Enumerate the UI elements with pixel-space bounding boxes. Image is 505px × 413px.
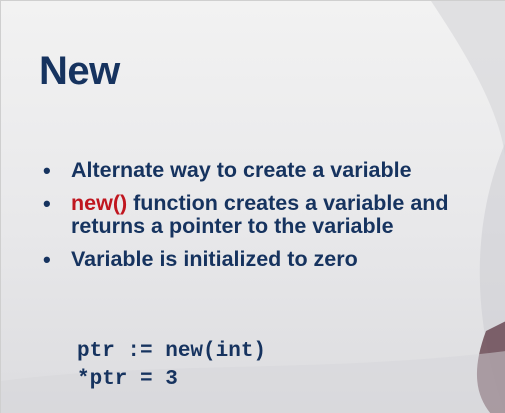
code-block: ptr := new(int) *ptr = 3 bbox=[77, 338, 266, 394]
slide: New • Alternate way to create a variable… bbox=[0, 0, 505, 413]
code-line: *ptr = 3 bbox=[77, 368, 178, 391]
background-swoosh-top-right bbox=[431, 1, 505, 157]
bullet-dot-icon: • bbox=[43, 191, 51, 216]
bullet-dot-icon: • bbox=[43, 158, 51, 183]
bullet-item: • Alternate way to create a variable bbox=[41, 158, 501, 183]
bullet-item: • new() function creates a variable and … bbox=[41, 192, 501, 238]
background-dark-corner bbox=[476, 321, 505, 413]
bullet-text: Variable is initialized to zero bbox=[71, 247, 358, 271]
bullet-dot-icon: • bbox=[43, 247, 51, 272]
bullet-list: • Alternate way to create a variable • n… bbox=[41, 159, 501, 281]
bullet-item: • Variable is initialized to zero bbox=[41, 247, 501, 272]
code-line: ptr := new(int) bbox=[77, 340, 267, 363]
bullet-text: function creates a variable and returns … bbox=[71, 191, 449, 238]
slide-title: New bbox=[39, 49, 120, 93]
bullet-text: Alternate way to create a variable bbox=[71, 158, 412, 182]
bullet-keyword-highlight: new() bbox=[71, 191, 128, 215]
